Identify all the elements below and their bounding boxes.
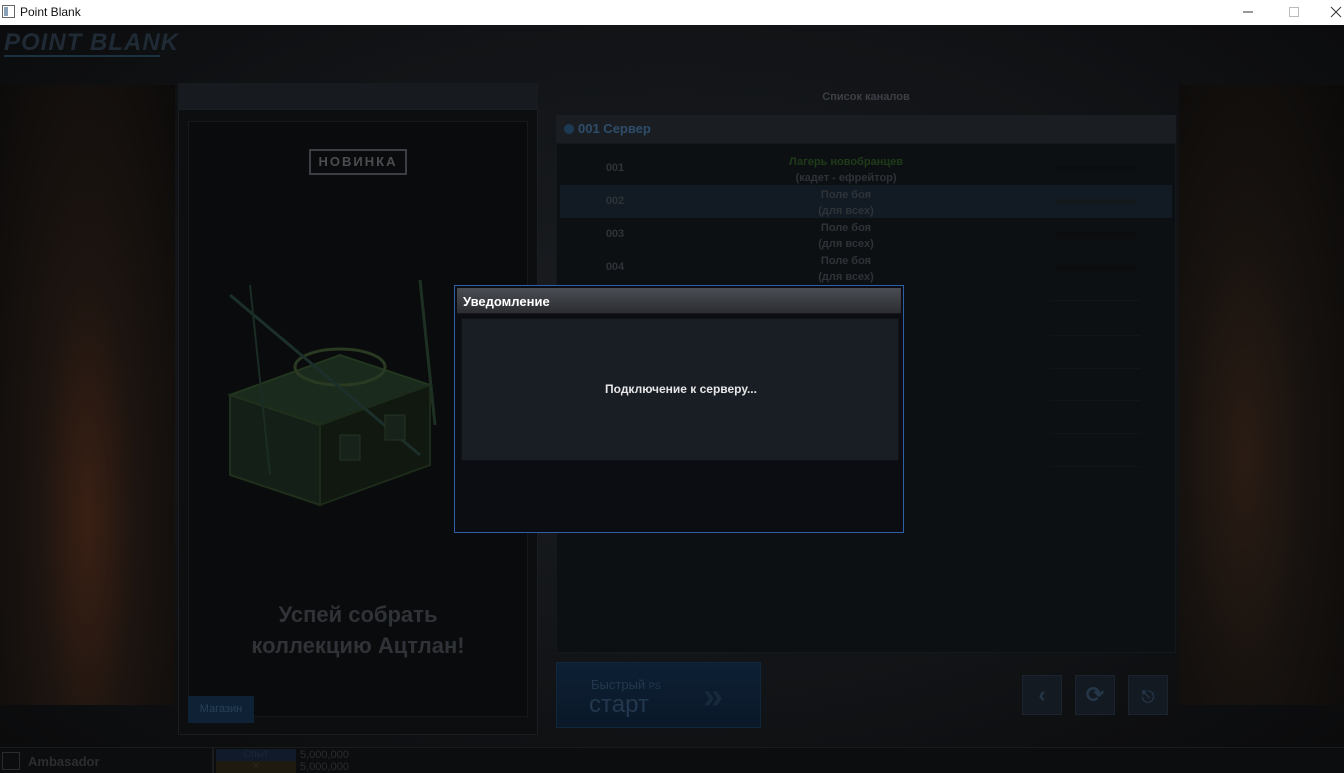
rank-icon (2, 752, 20, 770)
treasure-chest-icon (226, 279, 437, 507)
refresh-icon: ⟳ (1085, 682, 1105, 707)
channel-row[interactable]: 002 Поле боя (для всех) (560, 185, 1172, 218)
game-logo: POINT BLANK (4, 29, 179, 56)
channel-load-bar (1055, 232, 1137, 237)
minimize-icon[interactable] (1240, 4, 1256, 20)
app-icon (2, 5, 15, 18)
refresh-button[interactable]: ⟳ (1075, 675, 1115, 715)
channel-load-bar (1055, 166, 1137, 171)
currency-value: 5,000,000 (300, 761, 349, 773)
channel-name-line1: Поле боя (820, 222, 872, 234)
currency-icon: ✕ (216, 761, 296, 773)
experience-value: 5,000,000 (300, 749, 349, 761)
dialog-header: Уведомление (457, 288, 901, 314)
exit-button[interactable]: ⎋ (1128, 675, 1168, 715)
channel-row[interactable]: 004 Поле боя (для всех) (560, 251, 1172, 284)
dialog-body: Подключение к серверу... (461, 318, 899, 461)
channel-number: 001 (605, 162, 625, 174)
maximize-icon[interactable] (1286, 4, 1302, 20)
notification-dialog: Уведомление Подключение к серверу... (454, 285, 904, 533)
logo-underline (4, 55, 160, 57)
dialog-message: Подключение к серверу... (605, 382, 757, 396)
channel-name: Поле боя (для всех) (720, 187, 972, 219)
channel-name-line1: Лагерь новобранцев (789, 156, 903, 168)
quick-start-label-small: Быстрый PS (591, 677, 661, 692)
double-chevron-right-icon: » (703, 675, 724, 716)
channel-name: Поле боя (для всех) (720, 220, 972, 252)
channel-divider (1050, 368, 1140, 369)
channel-number: 002 (605, 195, 625, 207)
status-bar: Ambasador Опыт ✕ 5,000,000 5,000,000 (0, 747, 1344, 773)
promo-header (178, 83, 538, 109)
player-name: Ambasador (28, 754, 100, 769)
background-left-scene (0, 85, 175, 705)
channel-name-line2: (для всех) (818, 205, 874, 217)
experience-label: Опыт (216, 749, 296, 761)
dialog-title: Уведомление (463, 294, 550, 309)
channel-number: 003 (605, 228, 625, 240)
channel-list-title: Список каналов (822, 91, 910, 103)
back-button[interactable]: ‹ (1022, 675, 1062, 715)
channel-name-line2: (для всех) (818, 238, 874, 250)
channel-name-line1: Поле боя (820, 189, 872, 201)
quick-start-label-big: старт (589, 691, 649, 718)
promo-text-line1: Успей собрать (278, 602, 438, 627)
quick-start-word: Быстрый (591, 677, 646, 692)
server-name: 001 Сервер (578, 121, 651, 136)
promo-text-line2: коллекцию Ацтлан! (251, 633, 465, 658)
channel-load-bar (1055, 199, 1137, 204)
channel-row[interactable]: 003 Поле боя (для всех) (560, 218, 1172, 251)
server-header[interactable]: 001 Сервер (556, 115, 1176, 143)
channel-name-line1: Поле боя (820, 255, 872, 267)
channel-divider (1050, 466, 1140, 467)
channel-divider (1050, 400, 1140, 401)
close-icon[interactable] (1328, 4, 1344, 20)
window-title: Point Blank (20, 5, 81, 19)
channel-name: Лагерь новобранцев (кадет - ефрейтор) (720, 154, 972, 186)
window-titlebar: Point Blank (0, 0, 1344, 25)
channel-load-bar (1055, 265, 1137, 270)
channel-divider (1050, 433, 1140, 434)
channel-name-line2: (кадет - ефрейтор) (795, 172, 897, 184)
exit-icon: ⎋ (1141, 689, 1155, 706)
server-status-icon (564, 124, 574, 134)
promo-text: Успей собрать коллекцию Ацтлан! (188, 599, 528, 661)
shop-button[interactable]: Магазин (188, 696, 254, 723)
background-right-scene (1179, 85, 1344, 705)
channel-name: Поле боя (для всех) (720, 253, 972, 285)
quick-start-tag: PS (648, 681, 661, 691)
quick-start-button[interactable]: Быстрый PS старт » (556, 662, 761, 728)
new-badge: НОВИНКА (309, 149, 407, 175)
chevron-left-icon: ‹ (1038, 682, 1046, 707)
status-divider (212, 748, 214, 773)
channel-number: 004 (605, 261, 625, 273)
channel-divider (1050, 300, 1140, 301)
channel-row[interactable]: 001 Лагерь новобранцев (кадет - ефрейтор… (560, 152, 1172, 185)
channel-divider (1050, 335, 1140, 336)
channel-name-line2: (для всех) (818, 271, 874, 283)
